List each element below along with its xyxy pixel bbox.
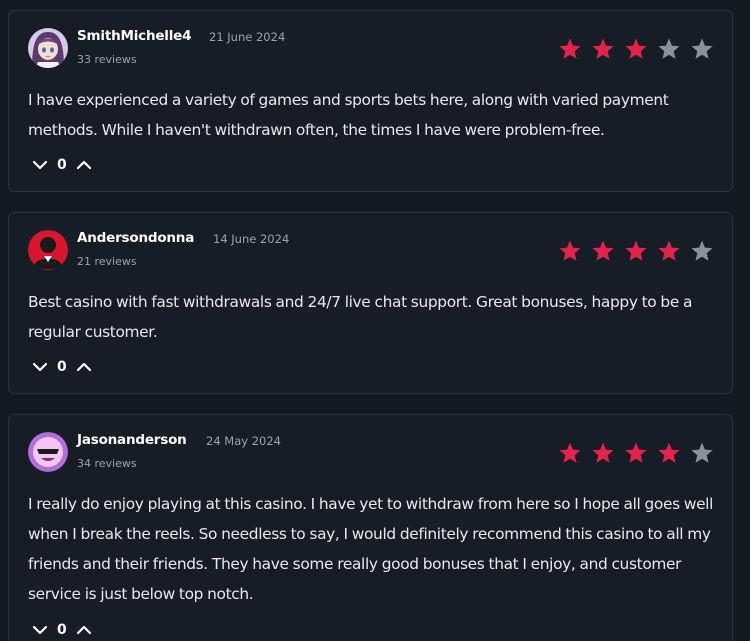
star-filled-icon [625,38,647,59]
star-empty-icon [691,38,713,59]
review-card: Jasonanderson 24 May 2024 34 reviews I r… [8,414,733,641]
reviewer-review-count: 34 reviews [77,457,137,470]
red-person-avatar-icon [28,230,68,270]
star-rating [558,441,714,465]
vote-control: 0 [32,622,92,638]
star-filled-icon [658,240,680,261]
vote-control: 0 [32,359,92,375]
star-empty-icon [658,38,680,59]
reviews-list: SmithMichelle4 21 June 2024 33 reviews I… [0,0,750,641]
review-text: Best casino with fast withdrawals and 24… [28,293,693,341]
chevron-up-icon[interactable] [76,624,92,636]
star-filled-icon [592,240,614,261]
star-filled-icon [625,240,647,261]
star-empty-icon [691,240,713,261]
chevron-up-icon[interactable] [76,159,92,171]
star-filled-icon [592,38,614,59]
star-filled-icon [592,442,614,463]
star-filled-icon [658,442,680,463]
vote-count: 0 [57,157,67,173]
anime-girl-avatar-icon [28,28,68,68]
vote-count: 0 [57,622,67,638]
vote-count: 0 [57,359,67,375]
chevron-down-icon[interactable] [32,159,48,171]
chevron-down-icon[interactable] [32,361,48,373]
vote-control: 0 [32,157,92,173]
review-date: 21 June 2024 [209,30,286,44]
reviewer-name[interactable]: Jasonanderson [77,432,187,448]
star-empty-icon [691,442,713,463]
star-filled-icon [625,442,647,463]
review-card: Andersondonna 14 June 2024 21 reviews Be… [8,212,733,394]
reviewer-review-count: 21 reviews [77,255,137,268]
review-text: I really do enjoy playing at this casino… [28,495,714,603]
review-date: 14 June 2024 [213,232,290,246]
chevron-down-icon[interactable] [32,624,48,636]
review-card: SmithMichelle4 21 June 2024 33 reviews I… [8,10,733,192]
star-rating [558,239,714,263]
reviewer-review-count: 33 reviews [77,53,137,66]
purple-emoji-avatar-icon [28,432,68,472]
star-filled-icon [559,442,581,463]
review-date: 24 May 2024 [206,434,281,448]
star-filled-icon [559,240,581,261]
chevron-up-icon[interactable] [76,361,92,373]
star-rating [558,37,714,61]
review-text: I have experienced a variety of games an… [28,91,669,139]
reviewer-name[interactable]: Andersondonna [77,230,194,246]
reviewer-name[interactable]: SmithMichelle4 [77,28,192,44]
star-filled-icon [559,38,581,59]
